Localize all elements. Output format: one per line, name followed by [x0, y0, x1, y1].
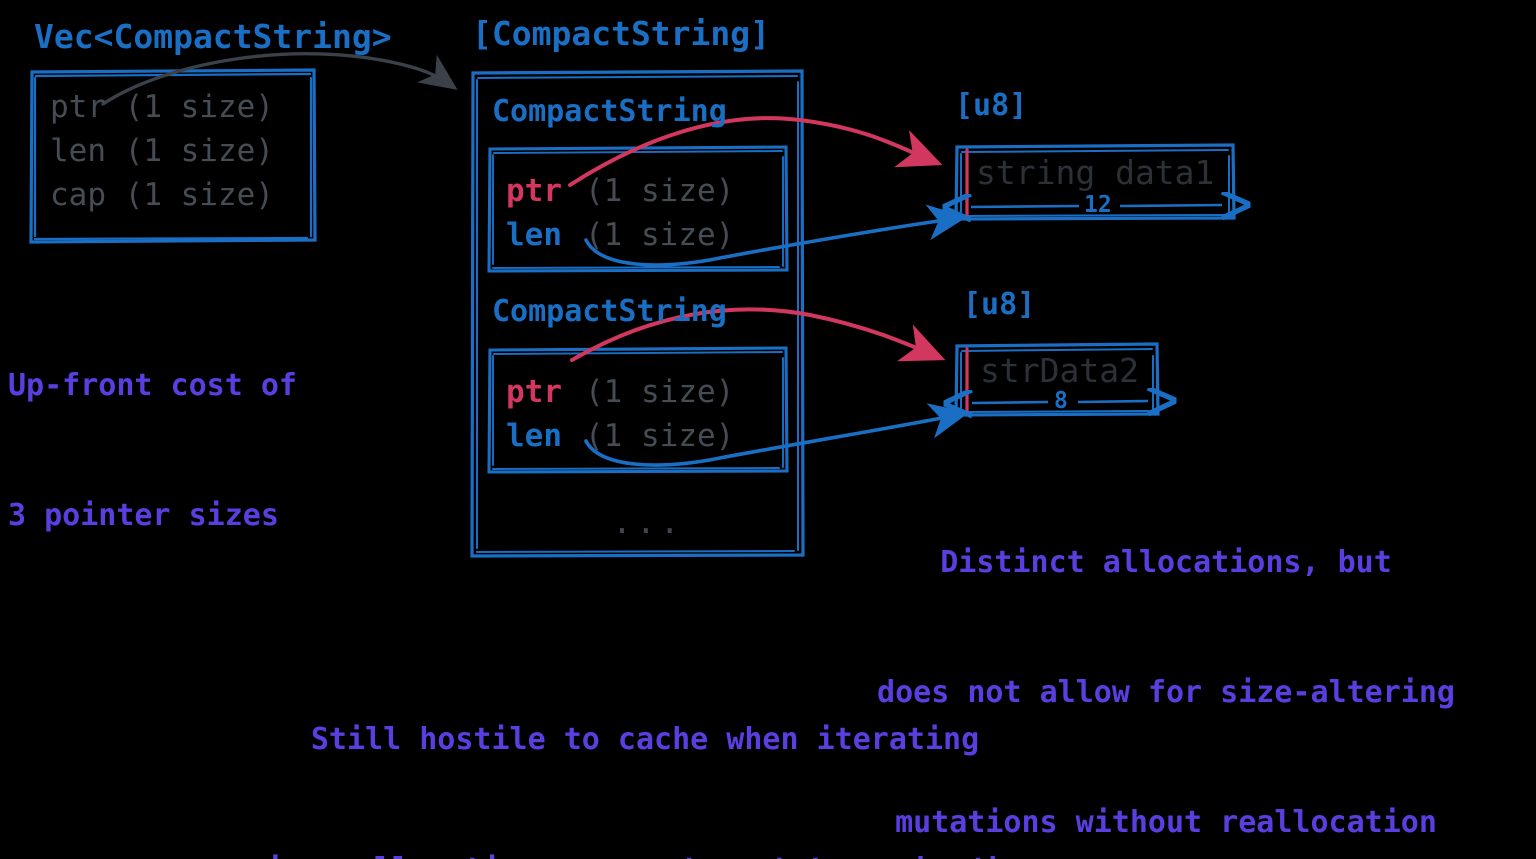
note-total-memory: Total Memory (in pointer sizes) = 2n + 3… — [0, 766, 1400, 859]
compactstring-2-title: CompactString — [492, 294, 727, 329]
note-upfront-line-2: 3 pointer sizes — [8, 497, 279, 533]
compactstring-2-len-size: (1 size) — [585, 418, 735, 454]
note-cache-line-1: Still hostile to cache when iterating — [310, 722, 980, 758]
slice-title: [CompactString] — [472, 14, 771, 53]
compactstring-1-len-size: (1 size) — [585, 217, 735, 253]
note-upfront-cost: Up-front cost of 3 pointer sizes — [8, 278, 368, 624]
diagram-canvas: Vec<CompactString> ptr (1 size) len (1 s… — [0, 0, 1536, 859]
allocation-1-length: 12 — [1084, 192, 1112, 218]
allocation-1-content: string data1 — [976, 153, 1215, 192]
allocation-1-title: [u8] — [955, 88, 1028, 123]
compactstring-2-ptr-size: (1 size) — [585, 374, 735, 410]
allocation-2-content: strData2 — [980, 351, 1139, 390]
vec-field-len: len (1 size) — [50, 133, 274, 169]
note-upfront-line-1: Up-front cost of — [8, 368, 297, 404]
allocation-2-title: [u8] — [963, 287, 1036, 322]
compactstring-2-ptr-label: ptr — [506, 374, 562, 410]
compactstring-1-len-label: len — [506, 217, 562, 253]
compactstring-1-title: CompactString — [492, 94, 727, 129]
vec-field-cap: cap (1 size) — [50, 177, 274, 213]
note-total-line-1: Total Memory (in pointer sizes) = 2n + 3… — [0, 852, 1400, 859]
vec-field-ptr: ptr (1 size) — [50, 89, 274, 125]
vec-struct-title: Vec<CompactString> — [34, 17, 392, 56]
slice-ellipsis: ... — [612, 502, 684, 541]
allocation-2-length: 8 — [1054, 388, 1068, 414]
compactstring-2-len-label: len — [506, 418, 562, 454]
compactstring-1-ptr-size: (1 size) — [585, 173, 735, 209]
compactstring-1-ptr-label: ptr — [506, 173, 562, 209]
note-distinct-line-1: Distinct allocations, but — [940, 545, 1392, 581]
